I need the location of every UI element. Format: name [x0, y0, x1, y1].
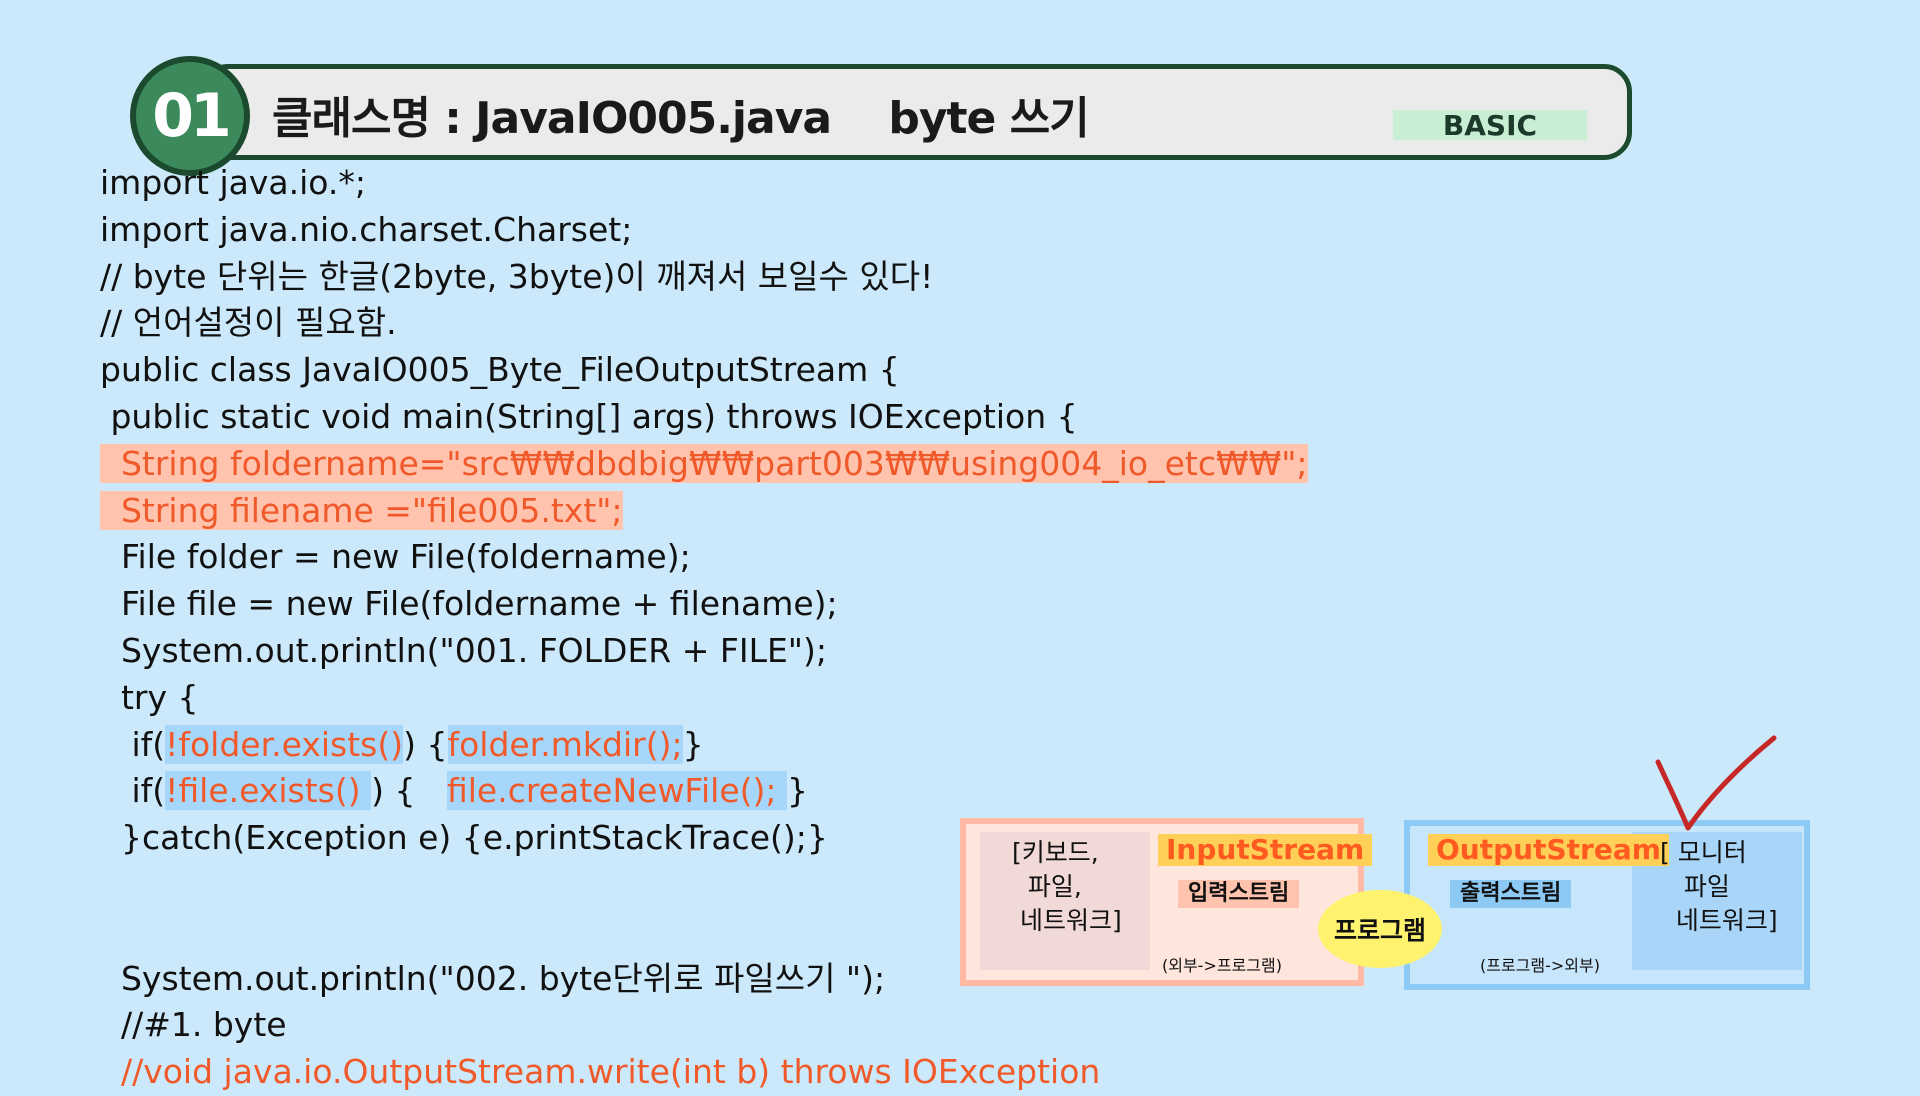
code-fragment: if(: [100, 724, 166, 764]
code-line: import java.io.*;: [100, 163, 366, 202]
code-line: try {: [100, 677, 199, 717]
output-stream-label: OutputStream: [1428, 834, 1669, 866]
code-fragment: }: [682, 724, 704, 764]
checkmark-icon: [1655, 735, 1777, 831]
code-fragment: ) {: [371, 771, 447, 811]
highlight-file-exists: !file.exists(): [165, 771, 372, 811]
program-oval: 프로그램: [1318, 890, 1442, 968]
highlight-foldername: String foldername="src₩₩dbdbig₩₩part003₩…: [100, 443, 1308, 483]
highlight-folder-exists: !folder.exists(): [165, 724, 404, 764]
input-stream-label: InputStream: [1158, 834, 1373, 866]
highlight-create-new-file: file.createNewFile();: [446, 771, 788, 811]
code-comment-line: //void java.io.OutputStream.write(int b)…: [100, 1052, 1101, 1092]
highlight-folder-mkdir: folder.mkdir();: [447, 724, 683, 764]
code-fragment: if(: [100, 771, 166, 811]
input-device-label: [키보드, 파일, 네트워크]: [1012, 838, 1122, 935]
output-device-label: [ 모니터 파일 네트워크]: [1660, 838, 1778, 935]
code-line-highlighted: String filename ="file005.txt";: [100, 488, 1308, 535]
highlight-filename: String filename ="file005.txt";: [100, 490, 623, 530]
code-line-if-folder: if(!folder.exists()) {folder.mkdir();}: [100, 722, 1308, 769]
code-line: File file = new File(foldername + filena…: [100, 584, 838, 624]
input-direction-label: (외부->프로그램): [1162, 956, 1282, 975]
code-line: public static void main(String[] args) t…: [100, 396, 1078, 436]
page-title: 클래스명 : JavaIO005.java byte 쓰기: [272, 93, 1090, 144]
output-direction-label: (프로그램->외부): [1480, 956, 1600, 975]
code-comment-line: // 언어설정이 필요함.: [100, 303, 397, 343]
level-badge: BASIC: [1393, 109, 1587, 142]
code-line: public class JavaIO005_Byte_FileOutputSt…: [100, 350, 900, 390]
code-line: import java.nio.charset.Charset;: [100, 209, 633, 249]
code-fragment: ) {: [403, 724, 448, 764]
code-line: System.out.println("001. FOLDER + FILE")…: [100, 630, 827, 670]
code-fragment: }: [787, 771, 809, 811]
code-comment-line: // byte 단위는 한글(2byte, 3byte)이 깨져서 보일수 있다…: [100, 256, 934, 296]
code-line-if-file: if(!file.exists() ) { file.createNewFile…: [100, 768, 1308, 815]
section-number-badge: 01: [130, 56, 250, 176]
code-line: File folder = new File(foldername);: [100, 537, 691, 577]
input-stream-ko-label: 입력스트림: [1178, 880, 1300, 908]
code-comment-line: //#1. byte: [100, 1005, 287, 1045]
output-stream-ko-label: 출력스트림: [1450, 880, 1572, 908]
code-line-highlighted: String foldername="src₩₩dbdbig₩₩part003₩…: [100, 441, 1308, 488]
